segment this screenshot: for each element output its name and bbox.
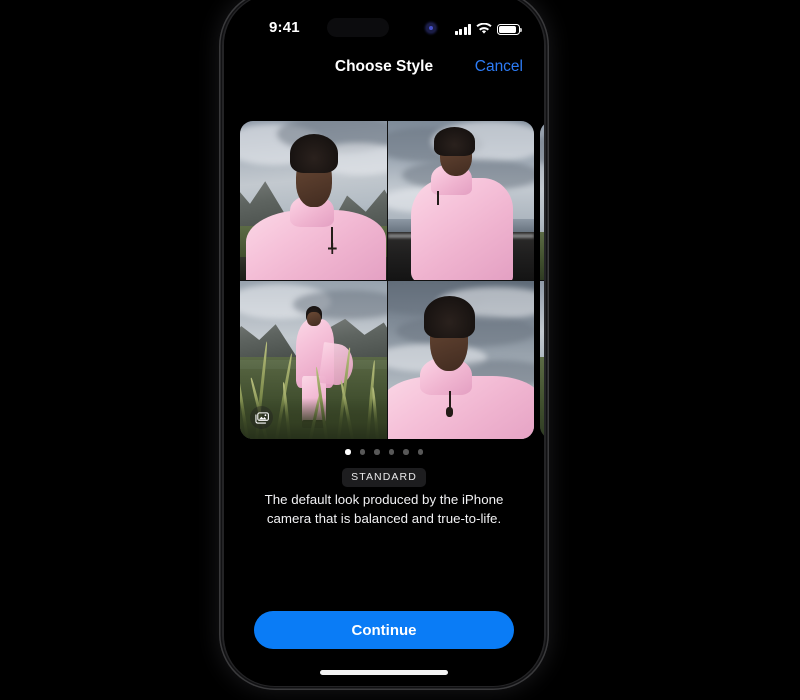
photo-tile-selfie-mountains [240, 121, 387, 280]
page-dot-4[interactable] [388, 449, 394, 455]
status-bar: 9:41 [224, 18, 544, 44]
style-card-next[interactable] [540, 121, 544, 439]
dynamic-island [327, 18, 389, 37]
photo-tile-full-body-grass-field [240, 280, 387, 439]
page-dot-6[interactable] [417, 449, 423, 455]
photo-library-icon[interactable] [250, 406, 273, 429]
status-bar-time: 9:41 [269, 19, 300, 36]
style-description: The default look produced by the iPhone … [264, 492, 504, 526]
style-name-badge-wrap: STANDARD [224, 467, 544, 487]
wifi-icon [476, 22, 492, 35]
page-dot-5[interactable] [403, 449, 409, 455]
page-dot-3[interactable] [374, 449, 380, 455]
phone-screen: 9:41 Choose Style Cancel STANDARD The de… [224, 0, 544, 686]
page-indicator-dots[interactable] [224, 449, 544, 455]
camera-in-use-indicator-icon [426, 23, 436, 33]
photo-grid-next [540, 121, 544, 439]
continue-button[interactable]: Continue [254, 611, 514, 649]
style-carousel[interactable] [224, 121, 544, 439]
page-dot-2[interactable] [359, 449, 365, 455]
style-card-standard[interactable] [240, 121, 534, 439]
home-indicator[interactable] [320, 670, 448, 675]
navigation-bar: Choose Style Cancel [224, 56, 544, 86]
battery-icon [497, 23, 523, 35]
status-bar-icons [454, 20, 523, 35]
photo-tile-next-1 [540, 121, 544, 280]
photo-tile-black-sand-beach [387, 121, 534, 280]
page-dot-1[interactable] [345, 449, 351, 455]
cancel-button[interactable]: Cancel [475, 58, 523, 76]
style-name-badge: STANDARD [342, 468, 426, 487]
photo-tile-next-3 [540, 280, 544, 439]
photo-grid [240, 121, 534, 439]
photo-tile-portrait-cloudy-sky [387, 280, 534, 439]
signal-bars-icon [454, 24, 471, 35]
